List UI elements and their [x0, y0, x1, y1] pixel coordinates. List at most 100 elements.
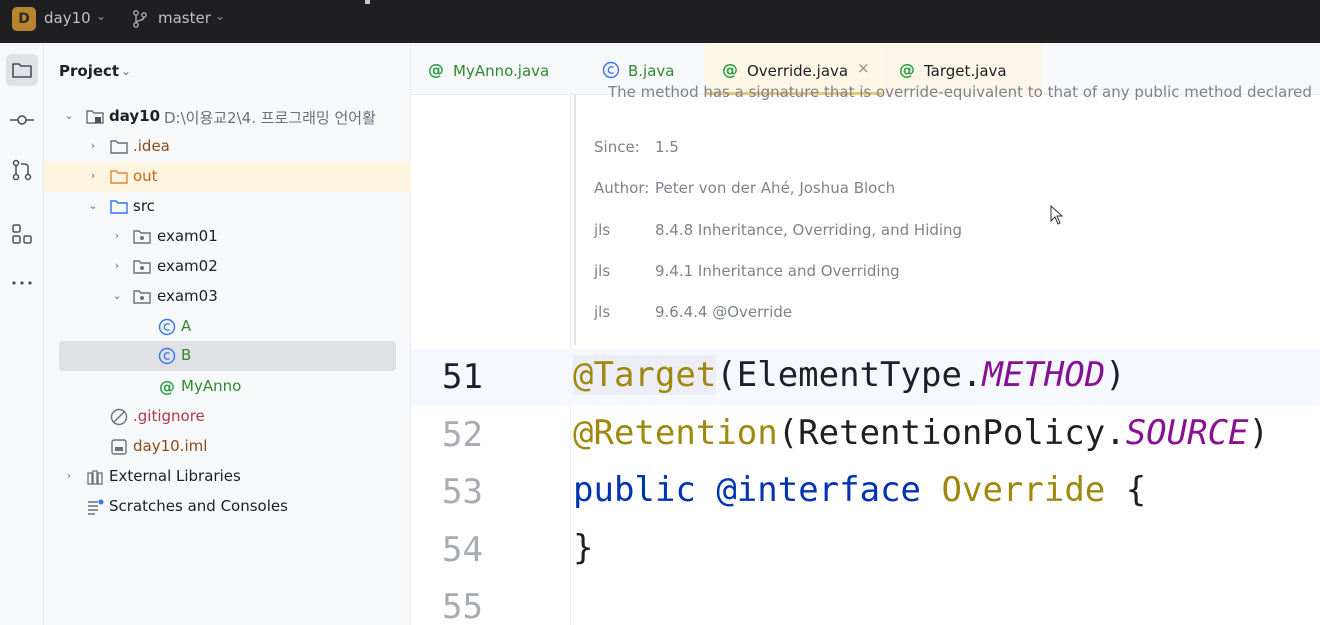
structure-icon	[12, 224, 32, 244]
code-line-54[interactable]: }	[573, 528, 593, 568]
tree-item-exam03[interactable]: ⌄ exam03	[44, 282, 411, 312]
code-line-51[interactable]: @Target(ElementType.METHOD)	[573, 355, 1126, 395]
tree-item-external-libraries[interactable]: › External Libraries	[44, 462, 411, 492]
project-panel-title[interactable]: Project	[59, 62, 119, 80]
javadoc-row-author: Author: Peter von der Ahé, Joshua Bloch	[594, 179, 895, 197]
chevron-right-icon[interactable]: ›	[86, 139, 100, 152]
svg-text:@: @	[428, 61, 444, 79]
module-file-icon	[111, 439, 127, 455]
tree-item-label: B	[181, 346, 192, 364]
code-line-53[interactable]: public @interface Override {	[573, 470, 1146, 510]
class-icon	[158, 318, 176, 336]
project-name[interactable]: day10	[44, 9, 91, 27]
javadoc-cut-line: The method has a signature that is overr…	[608, 83, 1312, 101]
tree-item-out[interactable]: › out	[44, 162, 411, 192]
line-number: 53	[442, 472, 483, 512]
tree-item-day10[interactable]: ⌄ day10 D:\이용교2\4. 프로그래밍 언어활	[44, 102, 411, 132]
branch-icon	[133, 10, 147, 28]
project-path: D:\이용교2\4. 프로그래밍 언어활	[164, 109, 376, 127]
javadoc-value[interactable]: 9.4.1 Inheritance and Overriding	[655, 262, 900, 280]
branch-name[interactable]: master	[158, 9, 211, 27]
package-icon	[133, 260, 151, 274]
tree-item-myanno[interactable]: @ MyAnno	[44, 372, 411, 402]
class-icon	[602, 61, 620, 79]
tree-item-src[interactable]: ⌄ src	[44, 192, 411, 222]
tab-myanno-java[interactable]: @ MyAnno.java	[411, 43, 586, 95]
chevron-right-icon[interactable]: ›	[86, 169, 100, 182]
javadoc-row-jls: jls 8.4.8 Inheritance, Overriding, and Hi…	[594, 221, 962, 239]
code-token: )	[1105, 355, 1126, 395]
svg-text:@: @	[159, 378, 175, 396]
project-tool-button[interactable]	[6, 54, 38, 86]
javadoc-row-jls: jls 9.6.4.4 @Override	[594, 303, 792, 321]
annotation-token: @Retention	[573, 413, 778, 453]
javadoc-key: jls	[594, 303, 611, 321]
javadoc-row-since: Since: 1.5	[594, 138, 679, 156]
structure-tool-button[interactable]	[6, 218, 38, 250]
tree-item-scratches[interactable]: Scratches and Consoles	[44, 492, 411, 522]
javadoc-value[interactable]: 8.4.8 Inheritance, Overriding, and Hidin…	[655, 221, 962, 239]
field-token: METHOD	[982, 355, 1106, 395]
tree-item-gitignore[interactable]: .gitignore	[44, 402, 411, 432]
commit-icon	[10, 115, 34, 125]
tab-label: Target.java	[924, 62, 1007, 80]
keyword-token: @interface	[716, 470, 922, 510]
tab-label: Override.java	[747, 62, 849, 80]
close-icon[interactable]: ×	[857, 59, 870, 77]
annotation-icon: @	[722, 61, 738, 79]
chevron-down-icon[interactable]: ⌄	[96, 9, 106, 23]
ignore-file-icon	[110, 408, 128, 426]
chevron-down-icon[interactable]: ⌄	[86, 199, 100, 212]
chevron-right-icon[interactable]: ›	[110, 229, 124, 242]
source-folder-icon	[110, 200, 128, 214]
javadoc-key: Since:	[594, 138, 640, 156]
tab-label: B.java	[628, 62, 675, 80]
mouse-cursor-icon	[1050, 205, 1064, 225]
more-tools-button[interactable]	[6, 267, 38, 299]
tree-item-day10-iml[interactable]: day10.iml	[44, 432, 411, 462]
library-icon	[87, 470, 103, 485]
line-number: 51	[442, 357, 483, 397]
tree-item-class-a[interactable]: A	[44, 312, 411, 342]
more-icon	[12, 281, 32, 285]
folder-icon	[12, 63, 32, 78]
tab-label: MyAnno.java	[453, 62, 550, 80]
code-editor[interactable]: The method has a signature that is overr…	[411, 83, 1320, 625]
tree-item-idea[interactable]: › .idea	[44, 132, 411, 162]
tree-item-label: exam03	[157, 287, 218, 305]
pull-requests-icon	[12, 159, 32, 181]
tree-item-label: .idea	[133, 137, 170, 155]
code-line-52[interactable]: @Retention(RetentionPolicy.SOURCE)	[573, 413, 1269, 453]
field-token: SOURCE	[1125, 413, 1249, 453]
chevron-right-icon[interactable]: ›	[62, 469, 76, 482]
module-folder-icon	[86, 110, 104, 124]
chevron-right-icon[interactable]: ›	[110, 259, 124, 272]
title-bar: D day10 ⌄ master ⌄	[0, 0, 1320, 43]
javadoc-value[interactable]: 9.6.4.4 @Override	[655, 303, 792, 321]
javadoc-value: Peter von der Ahé, Joshua Bloch	[655, 179, 896, 197]
pull-requests-tool-button[interactable]	[6, 154, 38, 186]
tree-item-exam02[interactable]: › exam02	[44, 252, 411, 282]
tree-item-label: .gitignore	[133, 407, 205, 425]
tree-item-class-b[interactable]: B	[59, 341, 396, 371]
chevron-down-icon[interactable]: ⌄	[121, 64, 131, 78]
tree-item-exam01[interactable]: › exam01	[44, 222, 411, 252]
tree-item-label: day10	[109, 107, 161, 125]
tree-item-label: External Libraries	[109, 467, 241, 485]
brace-token: }	[573, 528, 594, 568]
package-icon	[133, 290, 151, 304]
tree-item-label: MyAnno	[181, 377, 242, 395]
commit-tool-button[interactable]	[6, 104, 38, 136]
chevron-down-icon[interactable]: ⌄	[215, 9, 225, 23]
tree-item-label: src	[133, 197, 155, 215]
chevron-down-icon[interactable]: ⌄	[62, 109, 76, 122]
chevron-down-icon[interactable]: ⌄	[110, 289, 124, 302]
annotation-token: @Target	[573, 355, 717, 395]
svg-text:@: @	[899, 61, 915, 79]
class-icon	[158, 347, 176, 365]
javadoc-value: 1.5	[655, 138, 679, 156]
project-badge[interactable]: D	[12, 7, 36, 31]
tool-stripe	[0, 43, 44, 625]
tree-item-label: day10.iml	[133, 437, 208, 455]
annotation-icon: @	[428, 61, 444, 79]
